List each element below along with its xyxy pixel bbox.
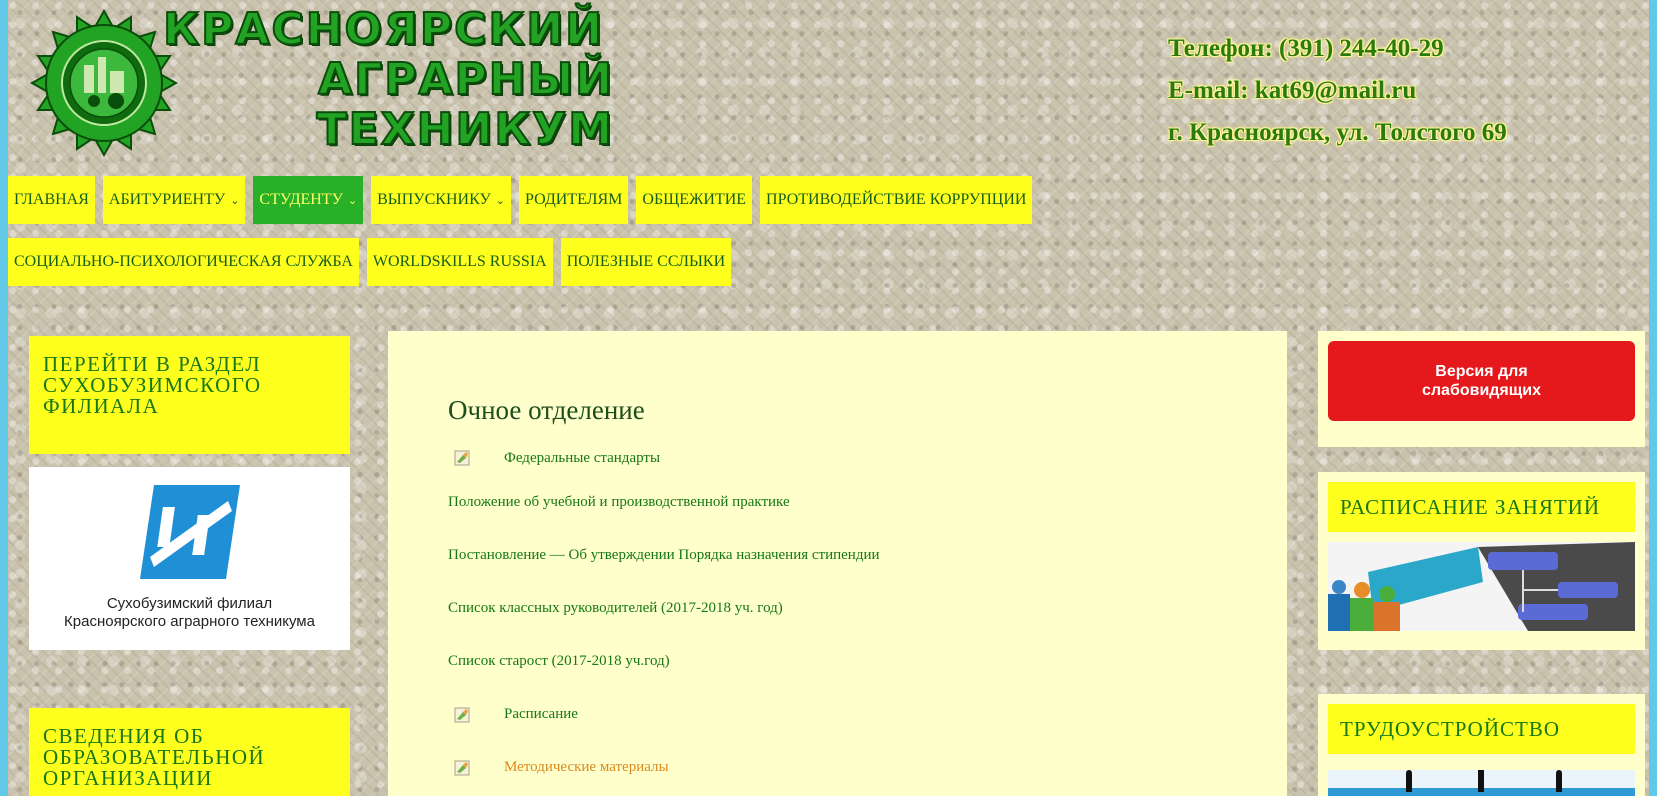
main-nav-row-1: ГЛАВНАЯ АБИТУРИЕНТУ ⌄ СТУДЕНТУ ⌄ ВЫПУСКНИК… [8,176,1033,224]
document-list: Федеральные стандарты Положение об учебн… [448,440,1287,794]
nav-item-useful-links[interactable]: ПОЛЕЗНЫЕ ССЛЫКИ [560,238,732,286]
list-item-label: Положение об учебной и производственной … [448,494,790,510]
list-item[interactable]: Методические материалы [448,741,1287,794]
nav-item-parents[interactable]: РОДИТЕЛЯМ [518,176,629,224]
vision-button-line-2: слабовидящих [1421,382,1541,399]
filial-logo-icon [139,485,240,579]
filial-section-link[interactable]: ПЕРЕЙТИ В РАЗДЕЛ СУХОБУЗИМСКОГО ФИЛИАЛА [29,336,350,454]
filial-caption: Сухобузимский филиал Красноярского аграр… [64,595,315,631]
nav-label: СОЦИАЛЬНО-ПСИХОЛОГИЧЕСКАЯ СЛУЖБА [14,253,353,270]
filial-banner[interactable]: Сухобузимский филиал Красноярского аграр… [29,467,350,650]
nav-label: СТУДЕНТУ [259,191,343,208]
list-item[interactable]: Расписание [448,688,1287,741]
employment-widget: ТРУДОУСТРОЙСТВО [1318,694,1645,796]
nav-item-students[interactable]: СТУДЕНТУ ⌄ [253,176,364,224]
list-item-label: Федеральные стандарты [504,449,661,466]
address-text: г. Красноярск, ул. Толстого 69 [1168,119,1507,146]
list-item-label: Расписание [504,706,578,722]
chevron-down-icon: ⌄ [230,194,240,207]
nav-label: ПОЛЕЗНЫЕ ССЛЫКИ [566,253,726,270]
nav-item-home[interactable]: ГЛАВНАЯ [8,176,95,224]
nav-label: ПРОТИВОДЕЙСТВИЕ КОРРУПЦИИ [766,191,1027,208]
logo-line-2: АГРАРНЫЙ [317,53,614,106]
nav-item-dormitory[interactable]: ОБЩЕЖИТИЕ [636,176,753,224]
schedule-banner-image[interactable] [1328,542,1635,631]
list-item-label: Методические материалы [504,759,669,775]
nav-item-worldskills[interactable]: WORLDSKILLS RUSSIA [366,238,553,286]
nav-label: ГЛАВНАЯ [14,191,89,208]
list-item[interactable]: Положение об учебной и производственной … [448,476,1287,529]
chevron-down-icon: ⌄ [495,194,505,207]
site-logo[interactable]: КРАСНОЯРСКИЙ АГРАРНЫЙ ТЕХНИКУМ [24,3,624,164]
filial-caption-line-2: Красноярского аграрного техникума [64,613,315,630]
list-item-label: Постановление — Об утверждении Порядка н… [448,547,880,563]
employment-banner-image[interactable] [1328,770,1635,796]
logo-wordmark: КРАСНОЯРСКИЙ АГРАРНЫЙ ТЕХНИКУМ [162,3,614,164]
logo-line-3: ТЕХНИКУМ [316,103,614,156]
org-info-link[interactable]: СВЕДЕНИЯ ОБ ОБРАЗОВАТЕЛЬНОЙ ОРГАНИЗАЦИИ [29,708,350,796]
file-icon [454,760,470,775]
nav-item-social-psych[interactable]: СОЦИАЛЬНО-ПСИХОЛОГИЧЕСКАЯ СЛУЖБА [8,238,359,286]
list-item-label: Список старост (2017-2018 уч.год) [448,653,670,669]
list-item[interactable]: Список классных руководителей (2017-2018… [448,582,1287,635]
page: КРАСНОЯРСКИЙ АГРАРНЫЙ ТЕХНИКУМ Телефон: … [8,0,1649,796]
low-vision-version-button[interactable]: Версия для слабовидящих [1328,341,1635,421]
logo-line-1: КРАСНОЯРСКИЙ [162,3,604,56]
nav-label: АБИТУРИЕНТУ [108,191,226,208]
main-content: Очное отделение Федеральные стандарты По… [388,331,1287,796]
nav-label: РОДИТЕЛЯМ [524,191,623,208]
nav-item-applicants[interactable]: АБИТУРИЕНТУ ⌄ [102,176,246,224]
list-item-label: Список классных руководителей (2017-2018… [448,600,783,616]
header-contacts: Телефон: (391) 244-40-29 E-mail: kat69@m… [1168,28,1507,154]
file-icon [454,450,470,466]
file-icon [454,707,470,722]
chevron-down-icon: ⌄ [347,194,358,207]
filial-caption-line-1: Сухобузимский филиал [106,595,273,612]
email-link[interactable]: E-mail: kat69@mail.ru [1168,70,1507,112]
employment-title[interactable]: ТРУДОУСТРОЙСТВО [1328,704,1635,754]
list-item[interactable]: Постановление — Об утверждении Порядка н… [448,529,1287,582]
gear-logo-icon [29,8,179,158]
schedule-widget: РАСПИСАНИЕ ЗАНЯТИЙ [1318,472,1645,650]
list-item[interactable]: Федеральные стандарты [448,440,1287,476]
nav-item-anticorruption[interactable]: ПРОТИВОДЕЙСТВИЕ КОРРУПЦИИ [760,176,1033,224]
nav-item-graduates[interactable]: ВЫПУСКНИКУ ⌄ [371,176,511,224]
page-title: Очное отделение [448,395,645,425]
list-item[interactable]: Список старост (2017-2018 уч.год) [448,635,1287,688]
vision-button-line-1: Версия для [1435,363,1528,380]
schedule-title[interactable]: РАСПИСАНИЕ ЗАНЯТИЙ [1328,482,1635,532]
phone-text: Телефон: (391) 244-40-29 [1168,35,1444,62]
main-nav-row-2: СОЦИАЛЬНО-ПСИХОЛОГИЧЕСКАЯ СЛУЖБА WORLDSK… [8,238,732,286]
nav-label: ОБЩЕЖИТИЕ [642,191,747,208]
nav-label: WORLDSKILLS RUSSIA [372,253,547,270]
nav-label: ВЫПУСКНИКУ [377,191,491,208]
accessibility-box: Версия для слабовидящих [1318,331,1645,447]
